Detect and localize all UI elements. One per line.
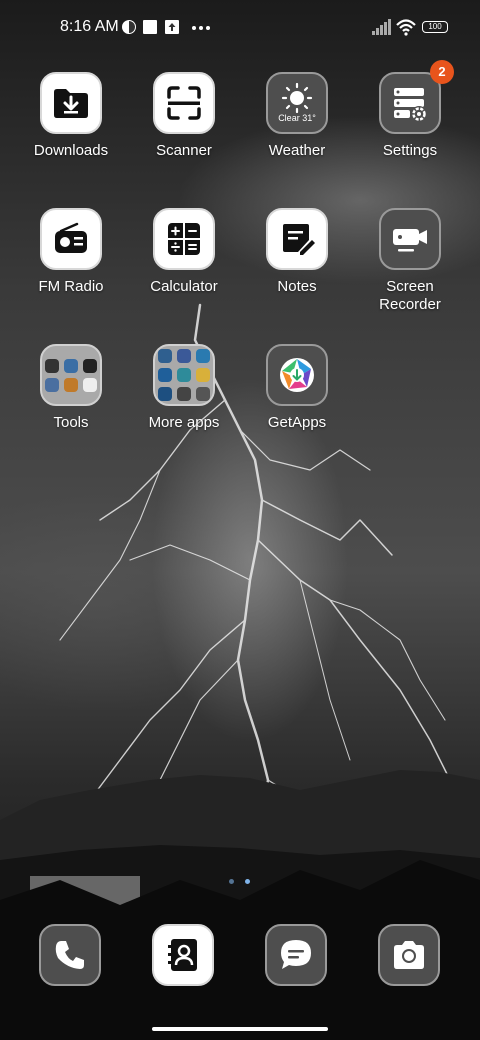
folder-mini-app-icon: [177, 349, 191, 363]
status-bar: 8:16 AM 100: [0, 0, 480, 56]
dock-camera[interactable]: [378, 924, 440, 986]
notes-tile[interactable]: [266, 208, 328, 270]
app-label-calculator: Calculator: [150, 278, 218, 295]
dock-phone[interactable]: [39, 924, 101, 986]
app-downloads[interactable]: Downloads: [15, 72, 127, 160]
battery-level: 100: [428, 22, 442, 31]
folder-mini-app-icon: [45, 358, 59, 373]
screen-recorder-tile[interactable]: [379, 208, 441, 270]
weather-widget-text: Clear 31°: [278, 113, 316, 123]
tools-folder-icon[interactable]: [40, 344, 102, 406]
scanner-icon: [167, 86, 201, 120]
status-time: 8:16 AM: [60, 18, 119, 35]
getapps-icon: [280, 358, 314, 392]
messages-icon: [281, 940, 311, 969]
home-gesture-bar[interactable]: [152, 1027, 328, 1031]
settings-tile[interactable]: [379, 72, 441, 134]
dock-messages[interactable]: [265, 924, 327, 986]
battery-icon: 100: [422, 21, 448, 33]
contacts-icon: [168, 939, 197, 971]
contacts-tile[interactable]: [152, 924, 214, 986]
radio-icon: [55, 222, 87, 253]
calculator-tile[interactable]: [153, 208, 215, 270]
app-scanner[interactable]: Scanner: [128, 72, 240, 160]
dock-contacts[interactable]: [152, 924, 214, 986]
app-getapps[interactable]: GetApps: [241, 344, 353, 432]
wifi-icon: [396, 19, 416, 36]
folder-more-apps[interactable]: More apps: [128, 344, 240, 432]
scanner-tile[interactable]: [153, 72, 215, 134]
notification-badge: 2: [430, 60, 454, 84]
app-label-fm-radio: FM Radio: [38, 278, 104, 295]
app-weather[interactable]: Clear 31° Weather: [241, 72, 353, 160]
signal-icon: [372, 19, 391, 35]
folder-mini-app-icon: [83, 377, 97, 392]
weather-tile[interactable]: Clear 31°: [266, 72, 328, 134]
camera-tile[interactable]: [378, 924, 440, 986]
getapps-tile[interactable]: [266, 344, 328, 406]
app-label-scanner: Scanner: [156, 142, 212, 159]
settings-icon: [394, 88, 427, 122]
folder-mini-app-icon: [64, 377, 78, 392]
app-label-settings: Settings: [382, 142, 438, 159]
more-apps-folder-icon[interactable]: [153, 344, 215, 406]
fm-radio-tile[interactable]: [40, 208, 102, 270]
app-label-tools: Tools: [53, 414, 89, 431]
folder-tools[interactable]: Tools: [15, 344, 127, 432]
app-label-notes: Notes: [277, 278, 317, 295]
screen-recorder-icon: [393, 229, 427, 252]
folder-mini-app-icon: [196, 349, 210, 363]
more-dots-icon: [192, 26, 210, 30]
folder-mini-app-icon: [196, 368, 210, 382]
folder-mini-app-icon: [83, 358, 97, 373]
weather-icon: [281, 83, 313, 113]
folder-mini-app-icon: [177, 387, 191, 401]
app-label-getapps: GetApps: [267, 414, 327, 431]
camera-icon: [394, 941, 424, 969]
downloads-tile[interactable]: [40, 72, 102, 134]
calculator-icon: [168, 223, 200, 255]
app-screen-recorder[interactable]: Screen Recorder: [354, 208, 466, 314]
page-indicator-dot-1[interactable]: [229, 879, 234, 884]
folder-mini-app-icon: [158, 349, 172, 363]
folder-mini-app-icon: [158, 387, 172, 401]
folder-mini-app-icon: [64, 358, 78, 373]
square-notification-icon: [143, 20, 157, 34]
app-calculator[interactable]: Calculator: [128, 208, 240, 296]
app-label-screen-recorder: Screen Recorder: [379, 278, 441, 313]
page-indicator-dot-2[interactable]: [245, 879, 250, 884]
folder-mini-app-icon: [45, 377, 59, 392]
app-label-more-apps: More apps: [148, 414, 220, 431]
phone-icon: [55, 941, 84, 969]
phone-tile[interactable]: [39, 924, 101, 986]
app-settings[interactable]: 2 Settings: [354, 60, 466, 160]
app-fm-radio[interactable]: FM Radio: [15, 208, 127, 296]
folder-mini-app-icon: [177, 368, 191, 382]
notes-icon: [283, 224, 315, 255]
app-notification-icon: [122, 20, 136, 34]
messages-tile[interactable]: [265, 924, 327, 986]
app-notes[interactable]: Notes: [241, 208, 353, 296]
app-label-weather: Weather: [268, 142, 326, 159]
upload-notification-icon: [165, 20, 179, 34]
folder-mini-app-icon: [158, 368, 172, 382]
downloads-icon: [54, 89, 88, 118]
folder-mini-app-icon: [196, 387, 210, 401]
app-label-downloads: Downloads: [33, 142, 109, 159]
